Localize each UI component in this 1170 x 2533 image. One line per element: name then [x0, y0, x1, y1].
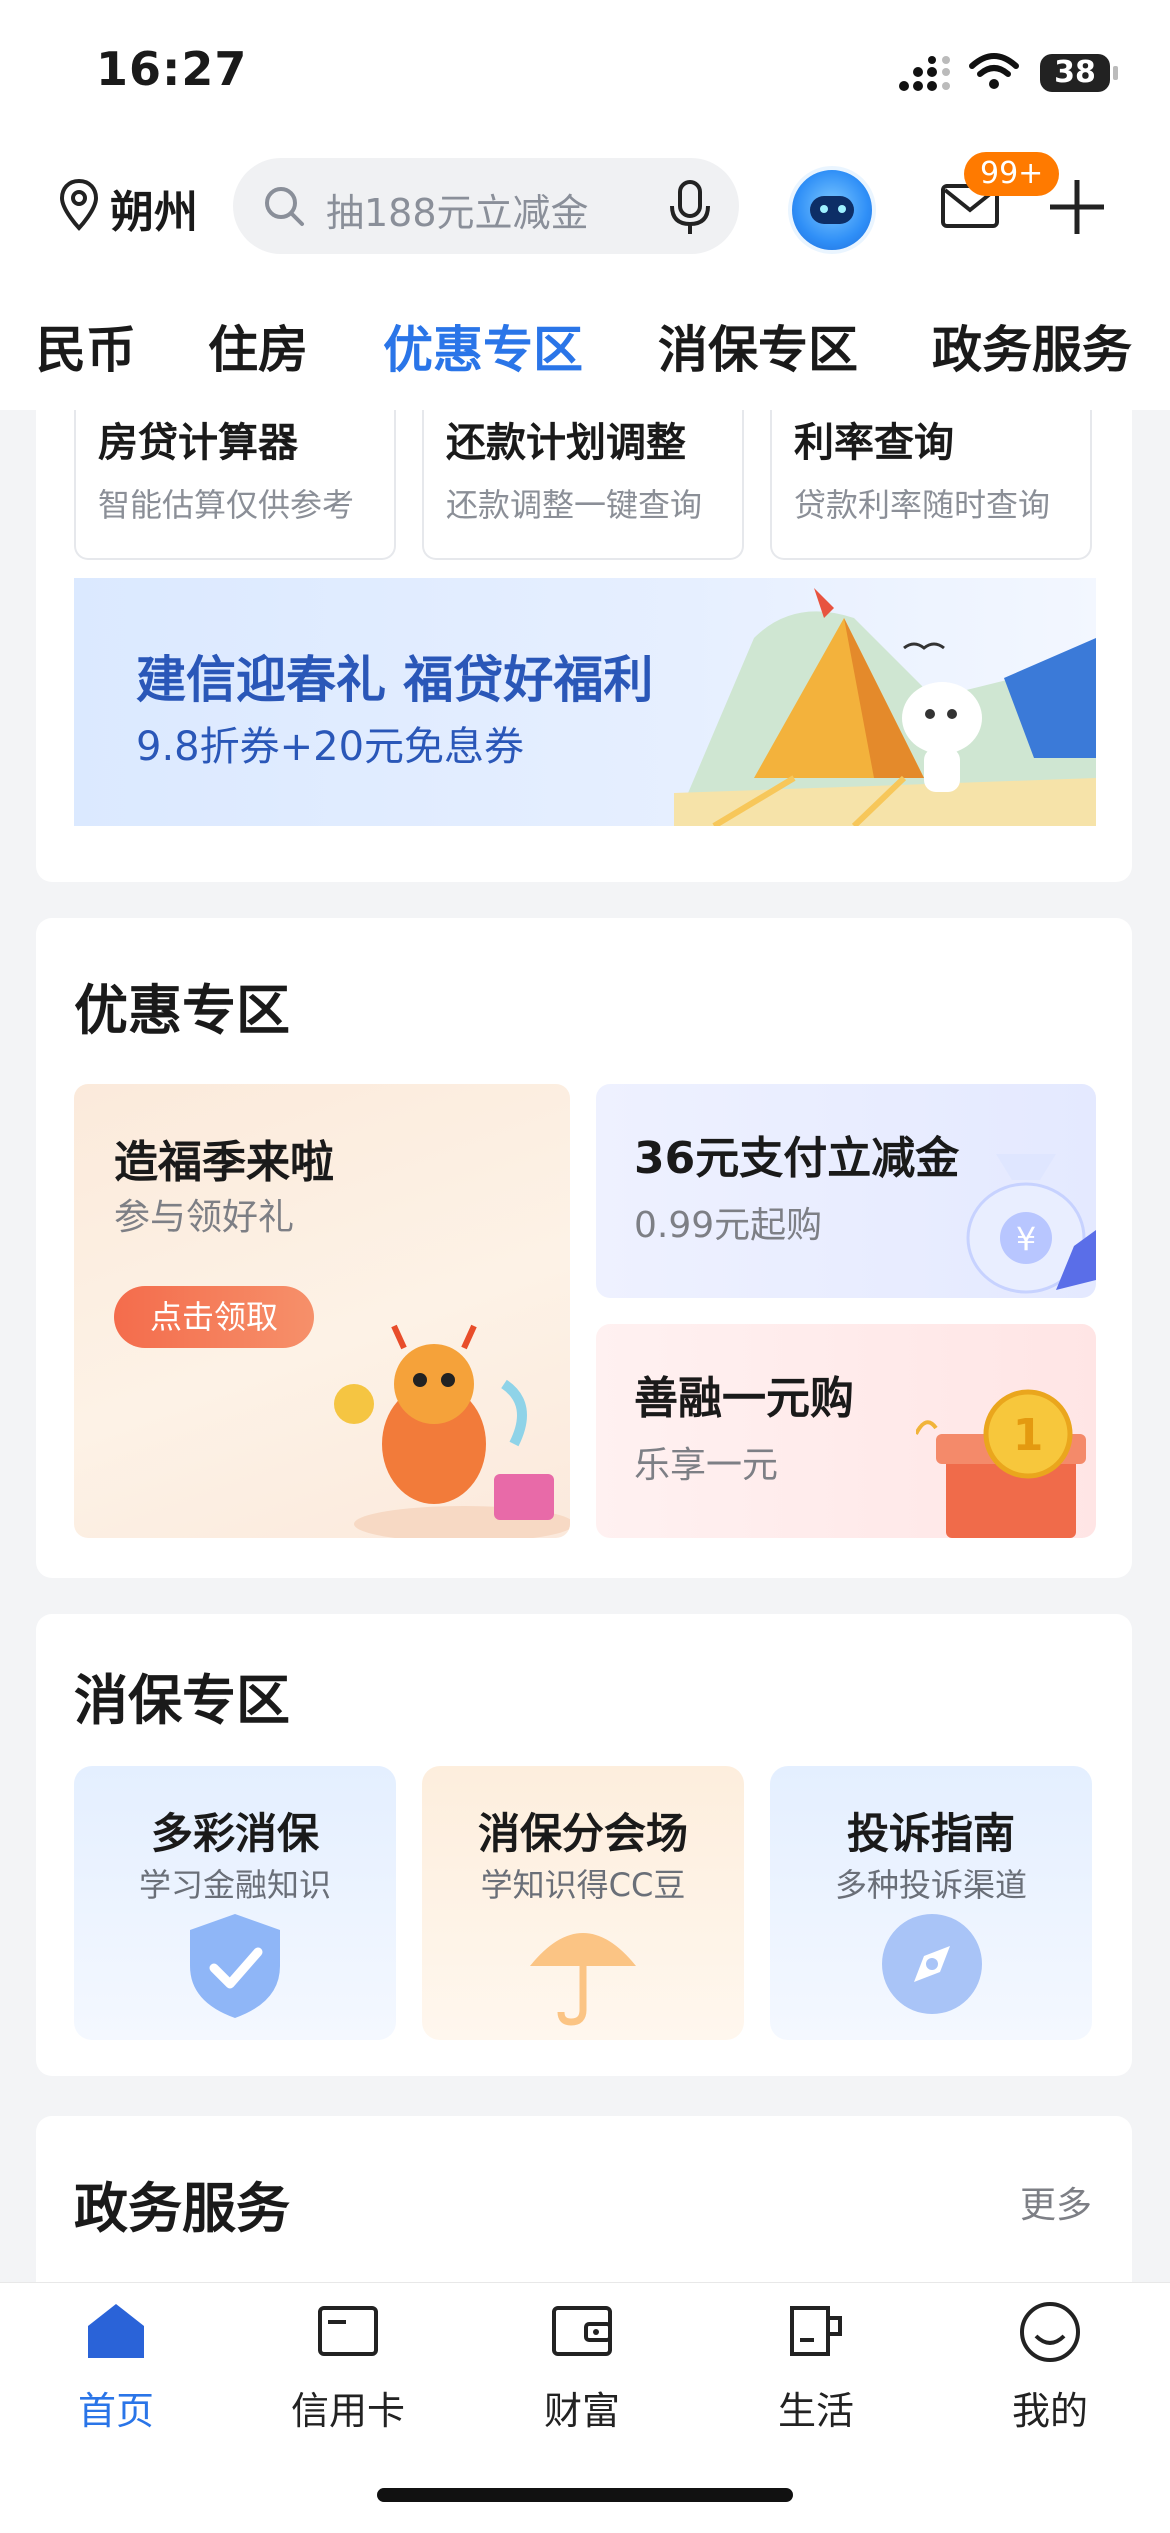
promo-subtitle: 参与领好礼 [114, 1197, 295, 1238]
promo-title: 善融一元购 [634, 1373, 854, 1424]
wifi-icon [969, 53, 1019, 89]
tool-subtitle: 还款调整一键查询 [446, 486, 703, 524]
dragon-illustration [334, 1324, 570, 1538]
consumer-item-title: 消保分会场 [477, 1809, 688, 1858]
money-bag-icon: ¥ [966, 1154, 1096, 1294]
consumer-section-title: 消保专区 [74, 1669, 290, 1732]
nav-credit-card[interactable] [268, 2300, 428, 2364]
consumer-item-subtitle: 学习金融知识 [138, 1866, 331, 1904]
status-time: 16:27 [96, 42, 248, 96]
tab-discount-zone[interactable]: 优惠专区 [383, 310, 583, 382]
consumer-item-subtitle: 学知识得CC豆 [480, 1866, 686, 1904]
promo-section-title: 优惠专区 [74, 979, 290, 1042]
cellular-signal-icon [899, 56, 950, 91]
nav-home[interactable] [36, 2300, 196, 2364]
nav-mine-label[interactable]: 我的 [970, 2380, 1130, 2435]
tool-title: 还款计划调整 [446, 420, 686, 466]
consumer-item-subtitle: 多种投诉渠道 [834, 1866, 1027, 1904]
assistant-avatar[interactable] [788, 166, 876, 254]
umbrella-icon [530, 1933, 636, 2026]
promo-subtitle: 乐享一元 [634, 1445, 779, 1486]
search-placeholder: 抽188元立减金 [326, 191, 589, 235]
search-icon [265, 187, 304, 226]
nav-home-label[interactable]: 首页 [36, 2380, 196, 2435]
gov-section-title: 政务服务 [74, 2177, 290, 2240]
tool-subtitle: 智能估算仅供参考 [98, 486, 355, 524]
camping-illustration [674, 588, 1096, 826]
battery-indicator: 38 [1040, 54, 1118, 92]
tool-repayment-adjust[interactable]: 还款计划调整 还款调整一键查询 [422, 410, 744, 560]
location-pin-icon[interactable] [58, 178, 100, 232]
tool-subtitle: 贷款利率随时查询 [794, 486, 1051, 524]
tab-gov-services[interactable]: 政务服务 [932, 310, 1132, 382]
consumer-item-complaint-guide[interactable]: 投诉指南 多种投诉渠道 [770, 1766, 1092, 2040]
credit-card-icon [318, 2306, 378, 2356]
nav-wealth[interactable] [502, 2300, 662, 2364]
plus-icon[interactable] [1048, 178, 1106, 236]
location-city[interactable]: 朔州 [110, 176, 198, 240]
smile-icon [1020, 2302, 1080, 2362]
tab-consumer-protection[interactable]: 消保专区 [658, 310, 858, 382]
more-link[interactable]: 更多 [1020, 2176, 1092, 2228]
banner-subtitle: 9.8折券+20元免息券 [136, 724, 525, 770]
tab-rmb[interactable]: 民币 [36, 310, 136, 382]
cup-icon [790, 2306, 842, 2356]
home-icon [88, 2304, 144, 2358]
consumer-item-sub-venue[interactable]: 消保分会场 学知识得CC豆 [422, 1766, 744, 2040]
banner-title: 建信迎春礼 福贷好福利 [136, 651, 654, 709]
promo-card-one-yuan-buy[interactable]: 善融一元购 乐享一元 1 [596, 1324, 1096, 1538]
svg-text:¥: ¥ [1016, 1220, 1036, 1258]
shield-check-icon [190, 1914, 280, 2018]
nav-life-label[interactable]: 生活 [736, 2380, 896, 2435]
consumer-item-title: 多彩消保 [150, 1809, 319, 1858]
tool-rate-query[interactable]: 利率查询 贷款利率随时查询 [770, 410, 1092, 560]
claim-button[interactable]: 点击领取 [114, 1286, 314, 1348]
nav-mine[interactable] [970, 2300, 1130, 2368]
tool-title: 利率查询 [794, 420, 954, 466]
nav-credit-card-label[interactable]: 信用卡 [268, 2380, 428, 2435]
tool-title: 房贷计算器 [98, 420, 298, 466]
nav-wealth-label[interactable]: 财富 [502, 2380, 662, 2435]
notification-badge: 99+ [964, 152, 1060, 196]
microphone-icon[interactable] [665, 178, 715, 238]
gift-box-icon: 1 [916, 1389, 1086, 1538]
consumer-item-colorful[interactable]: 多彩消保 学习金融知识 [74, 1766, 396, 2040]
wallet-icon [552, 2306, 612, 2356]
promo-title: 36元支付立减金 [634, 1133, 960, 1184]
tool-mortgage-calculator[interactable]: 房贷计算器 智能估算仅供参考 [74, 410, 396, 560]
compass-icon [882, 1914, 982, 2014]
tab-housing[interactable]: 住房 [208, 310, 308, 382]
nav-life[interactable] [736, 2300, 896, 2364]
promo-card-payment-coupon[interactable]: 36元支付立减金 0.99元起购 ¥ [596, 1084, 1096, 1298]
promo-title: 造福季来啦 [114, 1137, 334, 1188]
home-indicator [377, 2488, 793, 2502]
consumer-item-title: 投诉指南 [846, 1809, 1015, 1858]
svg-text:1: 1 [1013, 1410, 1044, 1461]
promo-subtitle: 0.99元起购 [634, 1205, 823, 1246]
